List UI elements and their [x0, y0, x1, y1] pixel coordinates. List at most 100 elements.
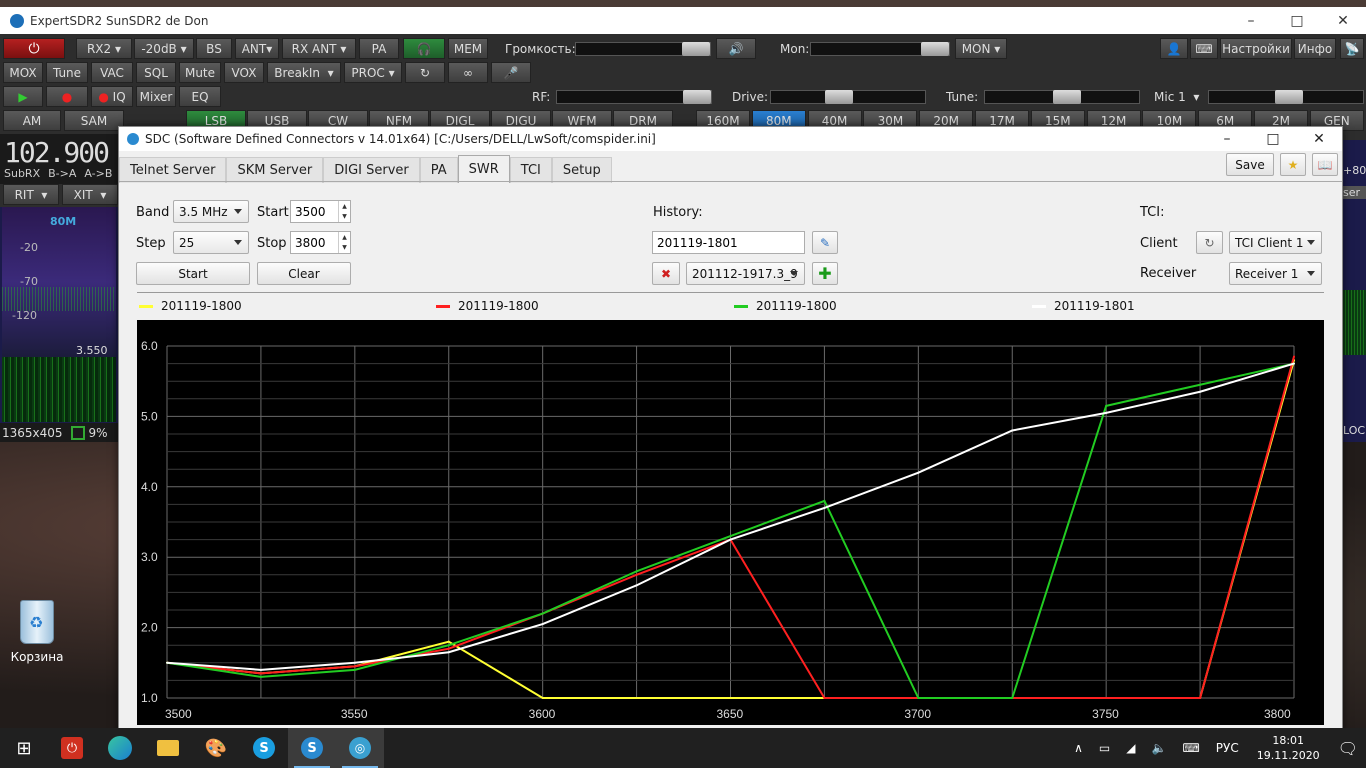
subrx-label[interactable]: SubRX [4, 167, 40, 180]
taskbar-app-expertsdr[interactable]: ◎ [336, 728, 384, 768]
power-button[interactable]: ⏻ [3, 38, 65, 59]
vac-button[interactable]: VAC [91, 62, 133, 83]
bs-button[interactable]: BS [196, 38, 232, 59]
start-button[interactable]: Start [136, 262, 250, 285]
iq-button[interactable]: ● IQ [91, 86, 133, 107]
taskbar-app-skype[interactable]: S [240, 728, 288, 768]
history-name-input[interactable]: 201119-1801 [652, 231, 805, 254]
xit-button[interactable]: XIT ▾ [62, 184, 118, 205]
taskbar-app-explorer[interactable] [144, 728, 192, 768]
taskbar-app-power[interactable]: ⏻ [48, 728, 96, 768]
start-button[interactable]: ⊞ [0, 728, 48, 768]
vox-button[interactable]: VOX [224, 62, 264, 83]
a-to-b-label[interactable]: A->B [84, 167, 112, 180]
step-select[interactable]: 25 [173, 231, 249, 254]
edit-history-button[interactable]: ✎ [812, 231, 838, 254]
keyboard-button[interactable]: ⌨ [1190, 38, 1218, 59]
refresh-client-button[interactable]: ↻ [1196, 231, 1223, 254]
mode-button-sam[interactable]: SAM [64, 110, 124, 131]
minimize-icon[interactable]: – [1228, 13, 1274, 29]
battery-icon[interactable]: ▭ [1099, 741, 1110, 755]
save-button[interactable]: Save [1226, 153, 1274, 176]
mon-slider[interactable] [810, 42, 950, 56]
keyboard-tray-icon[interactable]: ⌨ [1182, 741, 1199, 755]
proc-button[interactable]: PROC ▾ [344, 62, 402, 83]
clock[interactable]: 18:01 19.11.2020 [1257, 733, 1320, 763]
speaker-button[interactable]: 🔊 [716, 38, 756, 59]
tab-tci[interactable]: TCI [509, 157, 552, 183]
language-indicator[interactable]: РУС [1216, 741, 1239, 755]
mox-button[interactable]: MOX [3, 62, 43, 83]
mic-button[interactable]: 🎤 [491, 62, 531, 83]
tune-slider[interactable] [984, 90, 1140, 104]
info-button[interactable]: Инфо [1294, 38, 1336, 59]
data-point [166, 661, 168, 664]
taskbar-app-sdc[interactable]: S [288, 728, 336, 768]
headphones-button[interactable]: 🎧 [403, 38, 445, 59]
band-select[interactable]: 3.5 MHz [173, 200, 249, 223]
rit-button[interactable]: RIT ▾ [3, 184, 59, 205]
client-select[interactable]: TCI Client 1 [1229, 231, 1322, 254]
sql-button[interactable]: SQL [136, 62, 176, 83]
rx-ant-button[interactable]: RX ANT ▾ [282, 38, 356, 59]
add-history-button[interactable]: ✚ [812, 262, 838, 285]
breakin-button[interactable]: BreakIn ▾ [267, 62, 341, 83]
delete-history-button[interactable]: ✖ [652, 262, 680, 285]
close-icon[interactable]: ✕ [1296, 131, 1342, 147]
chevron-up-icon[interactable]: ∧ [1074, 741, 1083, 755]
book-button[interactable]: 📖 [1312, 153, 1338, 176]
favorite-button[interactable]: ★ [1280, 153, 1306, 176]
ant-button[interactable]: ANT ▾ [235, 38, 279, 59]
tune-button[interactable]: Tune [46, 62, 88, 83]
mute-button[interactable]: Mute [179, 62, 221, 83]
attenuator-select[interactable]: -20dB ▾ [134, 38, 194, 59]
maximize-icon[interactable]: □ [1250, 131, 1296, 147]
minimize-icon[interactable]: – [1204, 131, 1250, 147]
swr-chart[interactable]: 1.0 2.0 3.0 4.0 5.0 6.0 3500 3550 3600 3650 3700 37… [137, 320, 1324, 725]
mode-button-am[interactable]: AM [3, 110, 61, 131]
pa-button[interactable]: PA [359, 38, 399, 59]
tab-skm-server[interactable]: SKM Server [226, 157, 324, 183]
volume-icon[interactable]: 🔈 [1151, 741, 1166, 755]
refresh-icon: ↻ [1204, 235, 1215, 250]
tab-swr[interactable]: SWR [457, 155, 510, 183]
volume-slider[interactable] [575, 42, 711, 56]
x-tick-label: 3600 [529, 707, 556, 721]
tab-pa[interactable]: PA [419, 157, 458, 183]
waterfall-view[interactable] [2, 357, 116, 422]
rec-button[interactable]: ↻ [405, 62, 445, 83]
stop-spinbox[interactable]: 3800 ▲ ▼ [290, 231, 351, 254]
settings-button[interactable]: Настройки [1220, 38, 1292, 59]
notifications-icon[interactable]: 🗨 [1338, 739, 1358, 758]
play-button[interactable]: ▶ [3, 86, 43, 107]
mem-button[interactable]: MEM [448, 38, 488, 59]
wifi-icon[interactable]: ◢ [1126, 741, 1135, 755]
start-spinbox[interactable]: 3500 ▲ ▼ [290, 200, 351, 223]
tab-digi-server[interactable]: DIGI Server [323, 157, 420, 183]
eq-button[interactable]: EQ [179, 86, 221, 107]
maximize-icon[interactable]: □ [1274, 13, 1320, 29]
rx2-button[interactable]: RX2 ▾ [76, 38, 132, 59]
user-button[interactable]: 👤 [1160, 38, 1188, 59]
recycle-bin[interactable]: Корзина [8, 600, 66, 664]
record-button[interactable]: ● [46, 86, 88, 107]
rf-slider[interactable] [556, 90, 712, 104]
taskbar-app-paint[interactable]: 🎨 [192, 728, 240, 768]
tape-button[interactable]: ∞ [448, 62, 488, 83]
tab-setup[interactable]: Setup [551, 157, 612, 183]
drive-slider[interactable] [770, 90, 926, 104]
clear-button[interactable]: Clear [257, 262, 351, 285]
tab-telnet-server[interactable]: Telnet Server [119, 157, 227, 183]
antenna-button[interactable]: 📡 [1340, 38, 1364, 59]
taskbar-app-edge[interactable] [96, 728, 144, 768]
mic-select[interactable]: Mic 1 ▾ [1154, 90, 1199, 104]
mixer-button[interactable]: Mixer [136, 86, 176, 107]
receiver-select[interactable]: Receiver 1 [1229, 262, 1322, 285]
history-select[interactable]: 201112-1917.3_9 [686, 262, 805, 285]
legend-entry: 201119-1800 [139, 299, 242, 313]
b-to-a-label[interactable]: B->A [48, 167, 76, 180]
spectrum-view[interactable]: 80M -20 -70 -120 3.550 [2, 207, 116, 357]
mon-button[interactable]: MON ▾ [955, 38, 1007, 59]
close-icon[interactable]: ✕ [1320, 13, 1366, 29]
mic-slider[interactable] [1208, 90, 1364, 104]
